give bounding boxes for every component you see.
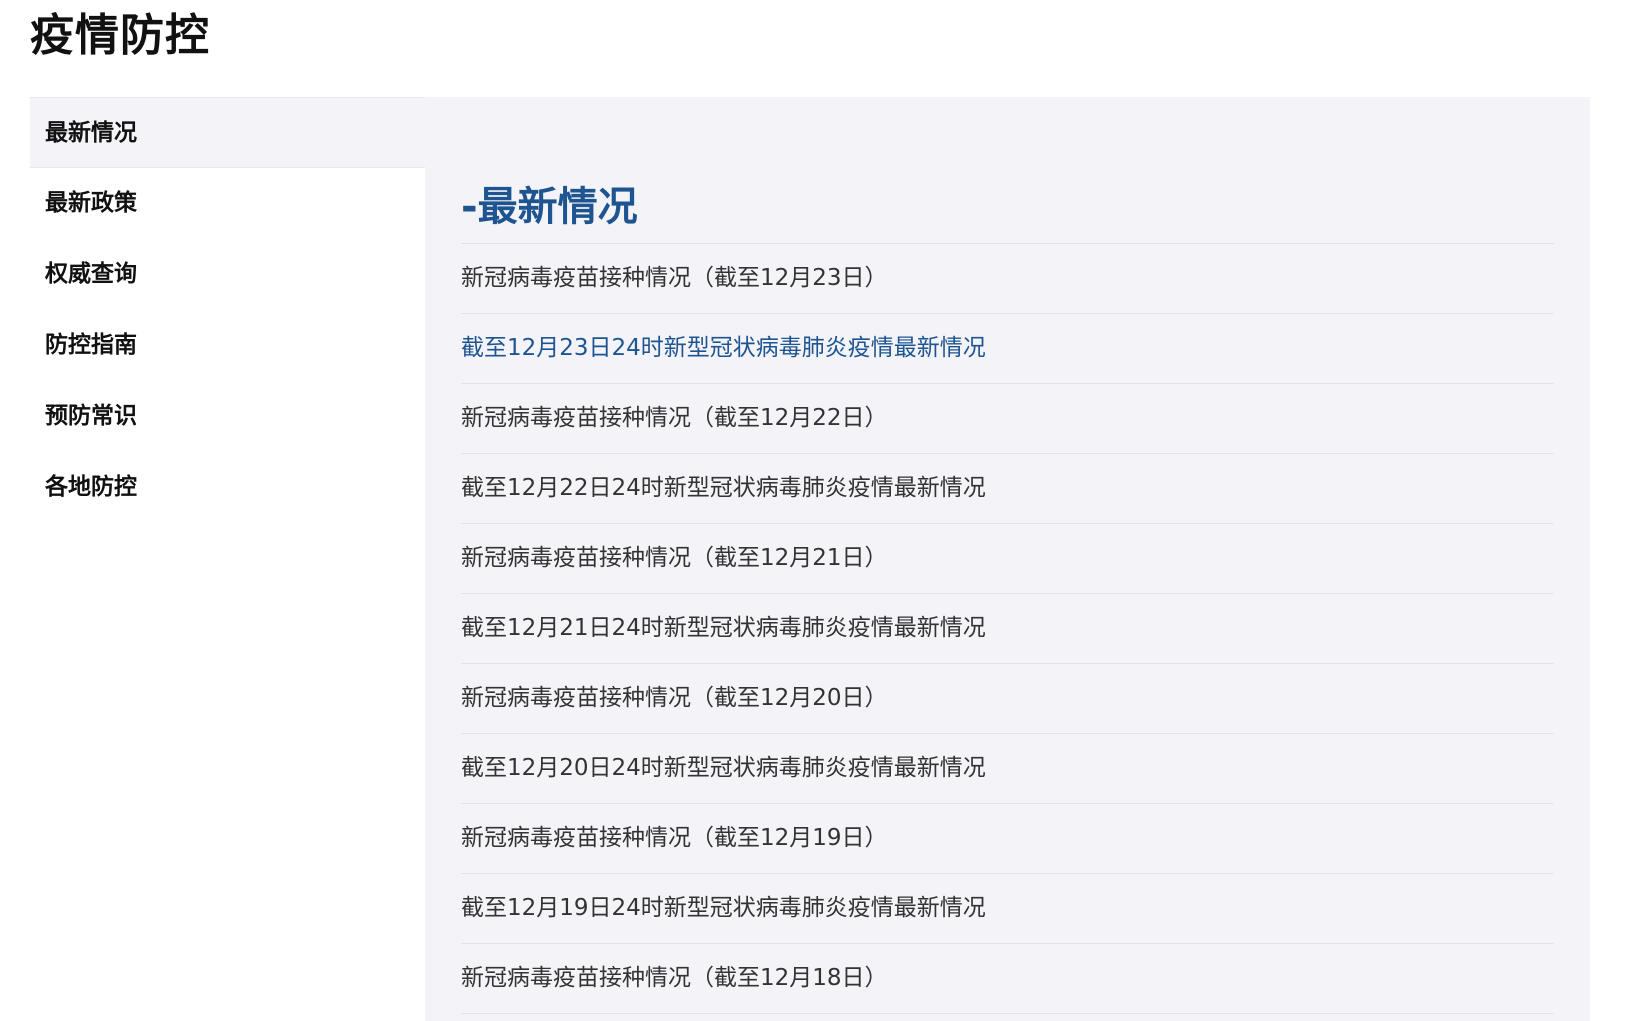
list-item: 新冠病毒疫苗接种情况（截至12月23日）: [461, 244, 1554, 314]
main-content-panel: -最新情况 新冠病毒疫苗接种情况（截至12月23日） 截至12月23日24时新型…: [425, 97, 1590, 1021]
news-list: 新冠病毒疫苗接种情况（截至12月23日） 截至12月23日24时新型冠状病毒肺炎…: [461, 244, 1554, 1014]
article-link[interactable]: 截至12月20日24时新型冠状病毒肺炎疫情最新情况: [461, 755, 986, 781]
sidebar-item-prevention-knowledge[interactable]: 预防常识: [30, 381, 425, 452]
sidebar-item-prevention-guide[interactable]: 防控指南: [30, 310, 425, 381]
article-link[interactable]: 截至12月21日24时新型冠状病毒肺炎疫情最新情况: [461, 615, 986, 641]
list-item: 截至12月19日24时新型冠状病毒肺炎疫情最新情况: [461, 874, 1554, 944]
list-item: 截至12月20日24时新型冠状病毒肺炎疫情最新情况: [461, 734, 1554, 804]
sidebar-item-authoritative-query[interactable]: 权威查询: [30, 239, 425, 310]
article-link[interactable]: 新冠病毒疫苗接种情况（截至12月19日）: [461, 825, 888, 851]
article-link[interactable]: 新冠病毒疫苗接种情况（截至12月21日）: [461, 545, 888, 571]
article-link[interactable]: 截至12月23日24时新型冠状病毒肺炎疫情最新情况: [461, 335, 986, 361]
sidebar-item-local-prevention[interactable]: 各地防控: [30, 452, 425, 523]
list-item: 截至12月22日24时新型冠状病毒肺炎疫情最新情况: [461, 454, 1554, 524]
article-link[interactable]: 新冠病毒疫苗接种情况（截至12月23日）: [461, 265, 888, 291]
sidebar-item-latest-policy[interactable]: 最新政策: [30, 168, 425, 239]
sidebar-nav: 最新情况 最新政策 权威查询 防控指南 预防常识 各地防控: [30, 97, 425, 523]
section-heading: -最新情况: [461, 184, 638, 230]
list-item: 截至12月21日24时新型冠状病毒肺炎疫情最新情况: [461, 594, 1554, 664]
list-item: 新冠病毒疫苗接种情况（截至12月18日）: [461, 944, 1554, 1014]
page-title: 疫情防控: [30, 10, 210, 61]
article-link[interactable]: 新冠病毒疫苗接种情况（截至12月20日）: [461, 685, 888, 711]
article-link[interactable]: 新冠病毒疫苗接种情况（截至12月22日）: [461, 405, 888, 431]
article-link[interactable]: 新冠病毒疫苗接种情况（截至12月18日）: [461, 965, 888, 991]
list-item: 新冠病毒疫苗接种情况（截至12月22日）: [461, 384, 1554, 454]
list-item: 新冠病毒疫苗接种情况（截至12月19日）: [461, 804, 1554, 874]
list-item: 截至12月23日24时新型冠状病毒肺炎疫情最新情况: [461, 314, 1554, 384]
list-item: 新冠病毒疫苗接种情况（截至12月21日）: [461, 524, 1554, 594]
article-link[interactable]: 截至12月22日24时新型冠状病毒肺炎疫情最新情况: [461, 475, 986, 501]
article-link[interactable]: 截至12月19日24时新型冠状病毒肺炎疫情最新情况: [461, 895, 986, 921]
list-item: 新冠病毒疫苗接种情况（截至12月20日）: [461, 664, 1554, 734]
sidebar-item-latest-situation[interactable]: 最新情况: [30, 97, 425, 168]
